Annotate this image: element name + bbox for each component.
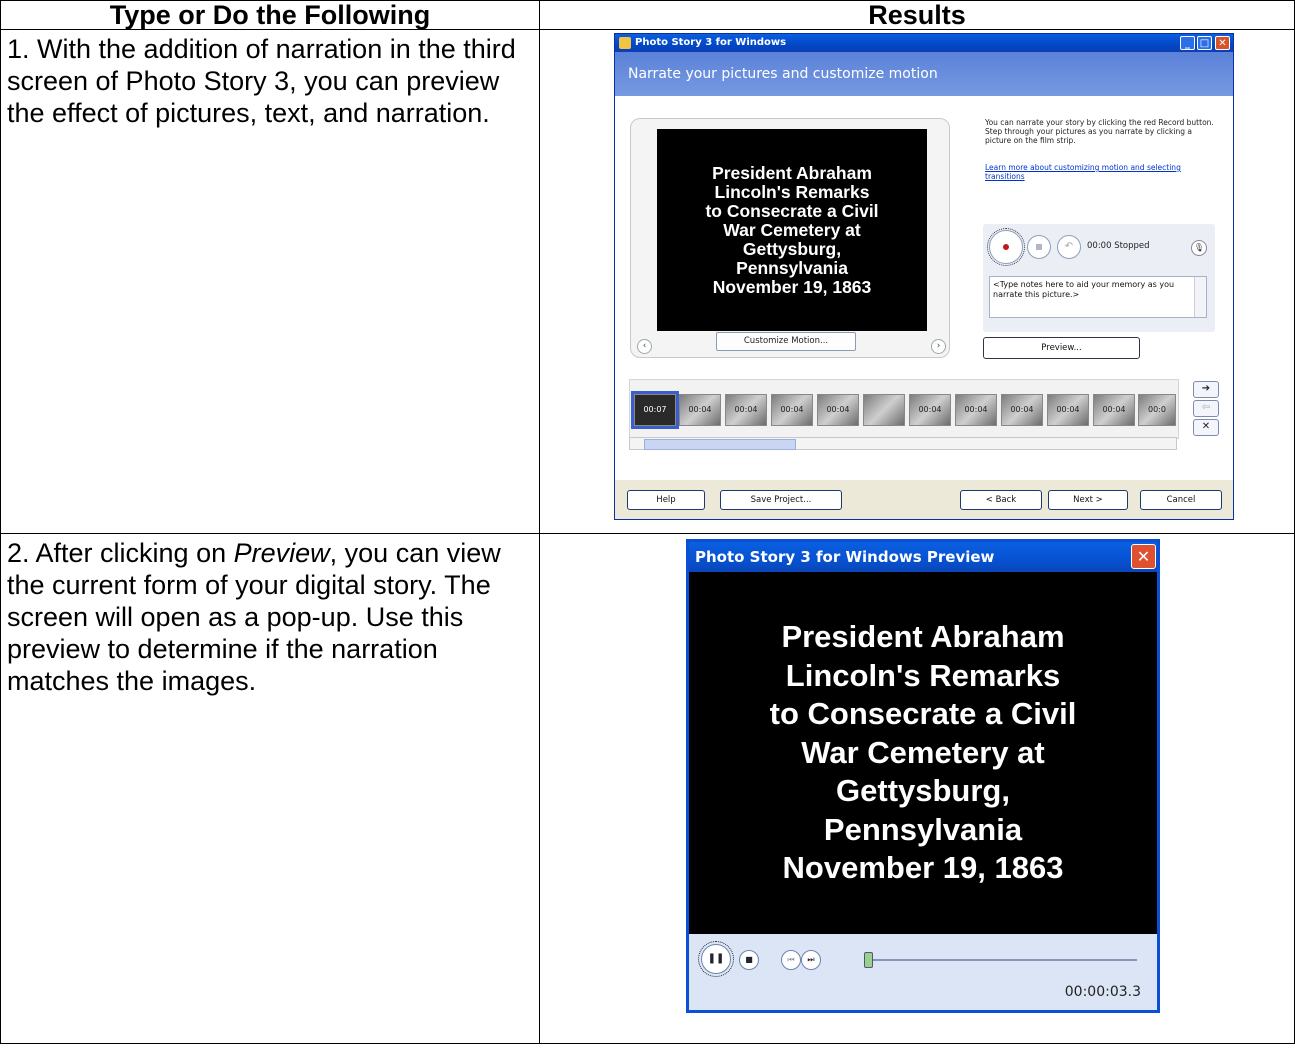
header-left: Type or Do the Following xyxy=(0,0,540,30)
result-cell: Photo Story 3 for Windows _ □ ✕ Narrate … xyxy=(539,29,1295,534)
instruction-table: Type or Do the Following Results 1. With… xyxy=(0,0,1295,1044)
film-thumbnail[interactable]: 00:04 xyxy=(1001,394,1043,426)
record-button[interactable] xyxy=(987,228,1025,266)
close-icon[interactable]: ✕ xyxy=(1131,544,1156,569)
undo-icon[interactable]: ↶ xyxy=(1057,235,1081,259)
wizard-button-bar: Help Save Project... < Back Next > Cance… xyxy=(615,480,1233,519)
instruction-cell: 1. With the addition of narration in the… xyxy=(0,29,540,534)
player-controls: ❚❚ ■ ⏮ ⏭ 00:00:03.3 xyxy=(689,934,1157,1010)
next-button[interactable]: Next > xyxy=(1048,490,1128,510)
preview-title: Photo Story 3 for Windows Preview xyxy=(695,548,995,566)
stop-record-button[interactable] xyxy=(1027,235,1051,259)
recorder-status: 00:00 Stopped xyxy=(1087,241,1150,251)
slide-preview-stage: President Abraham Lincoln's Remarks to C… xyxy=(630,118,950,358)
film-thumbnail[interactable]: 00:07 xyxy=(631,391,679,429)
previous-track-icon[interactable]: ⏮ xyxy=(781,950,801,970)
instruction-text: 1. With the addition of narration in the… xyxy=(7,34,516,128)
film-strip: 00:07 00:04 00:04 00:04 00:04 00:04 00:0… xyxy=(629,379,1179,439)
preview-titlebar: Photo Story 3 for Windows Preview ✕ xyxy=(689,542,1157,572)
film-thumbnail[interactable]: 00:04 xyxy=(1093,394,1135,426)
film-thumbnail[interactable]: 00:04 xyxy=(679,394,721,426)
window-title: Photo Story 3 for Windows xyxy=(635,37,787,48)
microphone-icon[interactable]: 🎙 xyxy=(1191,240,1207,256)
table-row: 2. After clicking on Preview, you can vi… xyxy=(0,533,1295,1044)
narration-panel: President Abraham Lincoln's Remarks to C… xyxy=(615,96,1233,480)
table-row: 1. With the addition of narration in the… xyxy=(0,29,1295,534)
pause-icon[interactable]: ❚❚ xyxy=(698,941,734,977)
close-icon[interactable]: ✕ xyxy=(1215,36,1230,50)
notes-placeholder: <Type notes here to aid your memory as y… xyxy=(993,280,1175,299)
film-thumbnail[interactable]: 00:04 xyxy=(725,394,767,426)
instruction-text: 2. After clicking on Preview, you can vi… xyxy=(1,534,539,697)
film-thumbnail[interactable]: 00:04 xyxy=(1047,394,1089,426)
narration-notes-input[interactable]: <Type notes here to aid your memory as y… xyxy=(989,276,1207,318)
film-thumbnail[interactable]: 00:04 xyxy=(817,394,859,426)
narration-help-text: You can narrate your story by clicking t… xyxy=(985,118,1214,145)
save-project-button[interactable]: Save Project... xyxy=(720,490,842,510)
film-thumbnail[interactable]: 00:0 xyxy=(1138,394,1176,426)
notes-scrollbar[interactable] xyxy=(1194,277,1206,317)
photostory-window: Photo Story 3 for Windows _ □ ✕ Narrate … xyxy=(614,33,1234,520)
film-thumbnail[interactable]: 00:04 xyxy=(771,394,813,426)
result-cell: Photo Story 3 for Windows Preview ✕ Pres… xyxy=(539,533,1295,1044)
customize-motion-button[interactable]: Customize Motion... xyxy=(716,332,856,351)
learn-more-link[interactable]: Learn more about customizing motion and … xyxy=(985,163,1217,181)
instruction-italic: Preview xyxy=(233,538,330,568)
instruction-cell: 2. After clicking on Preview, you can vi… xyxy=(0,533,540,1044)
slide-image: President Abraham Lincoln's Remarks to C… xyxy=(657,129,927,331)
next-picture-icon[interactable]: › xyxy=(931,339,946,354)
stop-icon[interactable]: ■ xyxy=(739,950,759,970)
photostory-app-icon xyxy=(619,37,631,49)
cancel-button[interactable]: Cancel xyxy=(1140,490,1222,510)
scrollbar-thumb[interactable] xyxy=(644,439,796,450)
table-header-row: Type or Do the Following Results xyxy=(0,0,1295,30)
film-thumbnail[interactable] xyxy=(863,394,905,426)
film-strip-scrollbar[interactable] xyxy=(629,437,1177,450)
help-button[interactable]: Help xyxy=(627,490,705,510)
next-track-icon[interactable]: ⏭ xyxy=(801,950,821,970)
header-right: Results xyxy=(539,0,1295,30)
seek-slider-thumb[interactable] xyxy=(863,952,873,968)
instruction-prefix: 2. After clicking on xyxy=(7,538,234,568)
seek-bar[interactable] xyxy=(865,959,1137,961)
back-button[interactable]: < Back xyxy=(960,490,1042,510)
maximize-icon[interactable]: □ xyxy=(1197,36,1212,50)
minimize-icon[interactable]: _ xyxy=(1180,36,1195,50)
previous-picture-icon[interactable]: ‹ xyxy=(637,339,652,354)
window-titlebar: Photo Story 3 for Windows _ □ ✕ xyxy=(615,34,1233,52)
preview-slide: President Abraham Lincoln's Remarks to C… xyxy=(689,572,1157,934)
remove-picture-icon[interactable]: ✕ xyxy=(1193,419,1219,436)
recorder-panel: ↶ 00:00 Stopped 🎙 <Type notes here to ai… xyxy=(983,224,1215,332)
elapsed-time: 00:00:03.3 xyxy=(1064,984,1141,1000)
preview-window: Photo Story 3 for Windows Preview ✕ Pres… xyxy=(686,539,1160,1013)
move-left-icon[interactable]: ⇦ xyxy=(1193,400,1219,417)
move-right-icon[interactable]: ➔ xyxy=(1193,381,1219,398)
film-thumbnail[interactable]: 00:04 xyxy=(909,394,951,426)
film-thumbnail[interactable]: 00:04 xyxy=(955,394,997,426)
preview-button[interactable]: Preview... xyxy=(983,337,1140,359)
step-header: Narrate your pictures and customize moti… xyxy=(615,52,1233,96)
